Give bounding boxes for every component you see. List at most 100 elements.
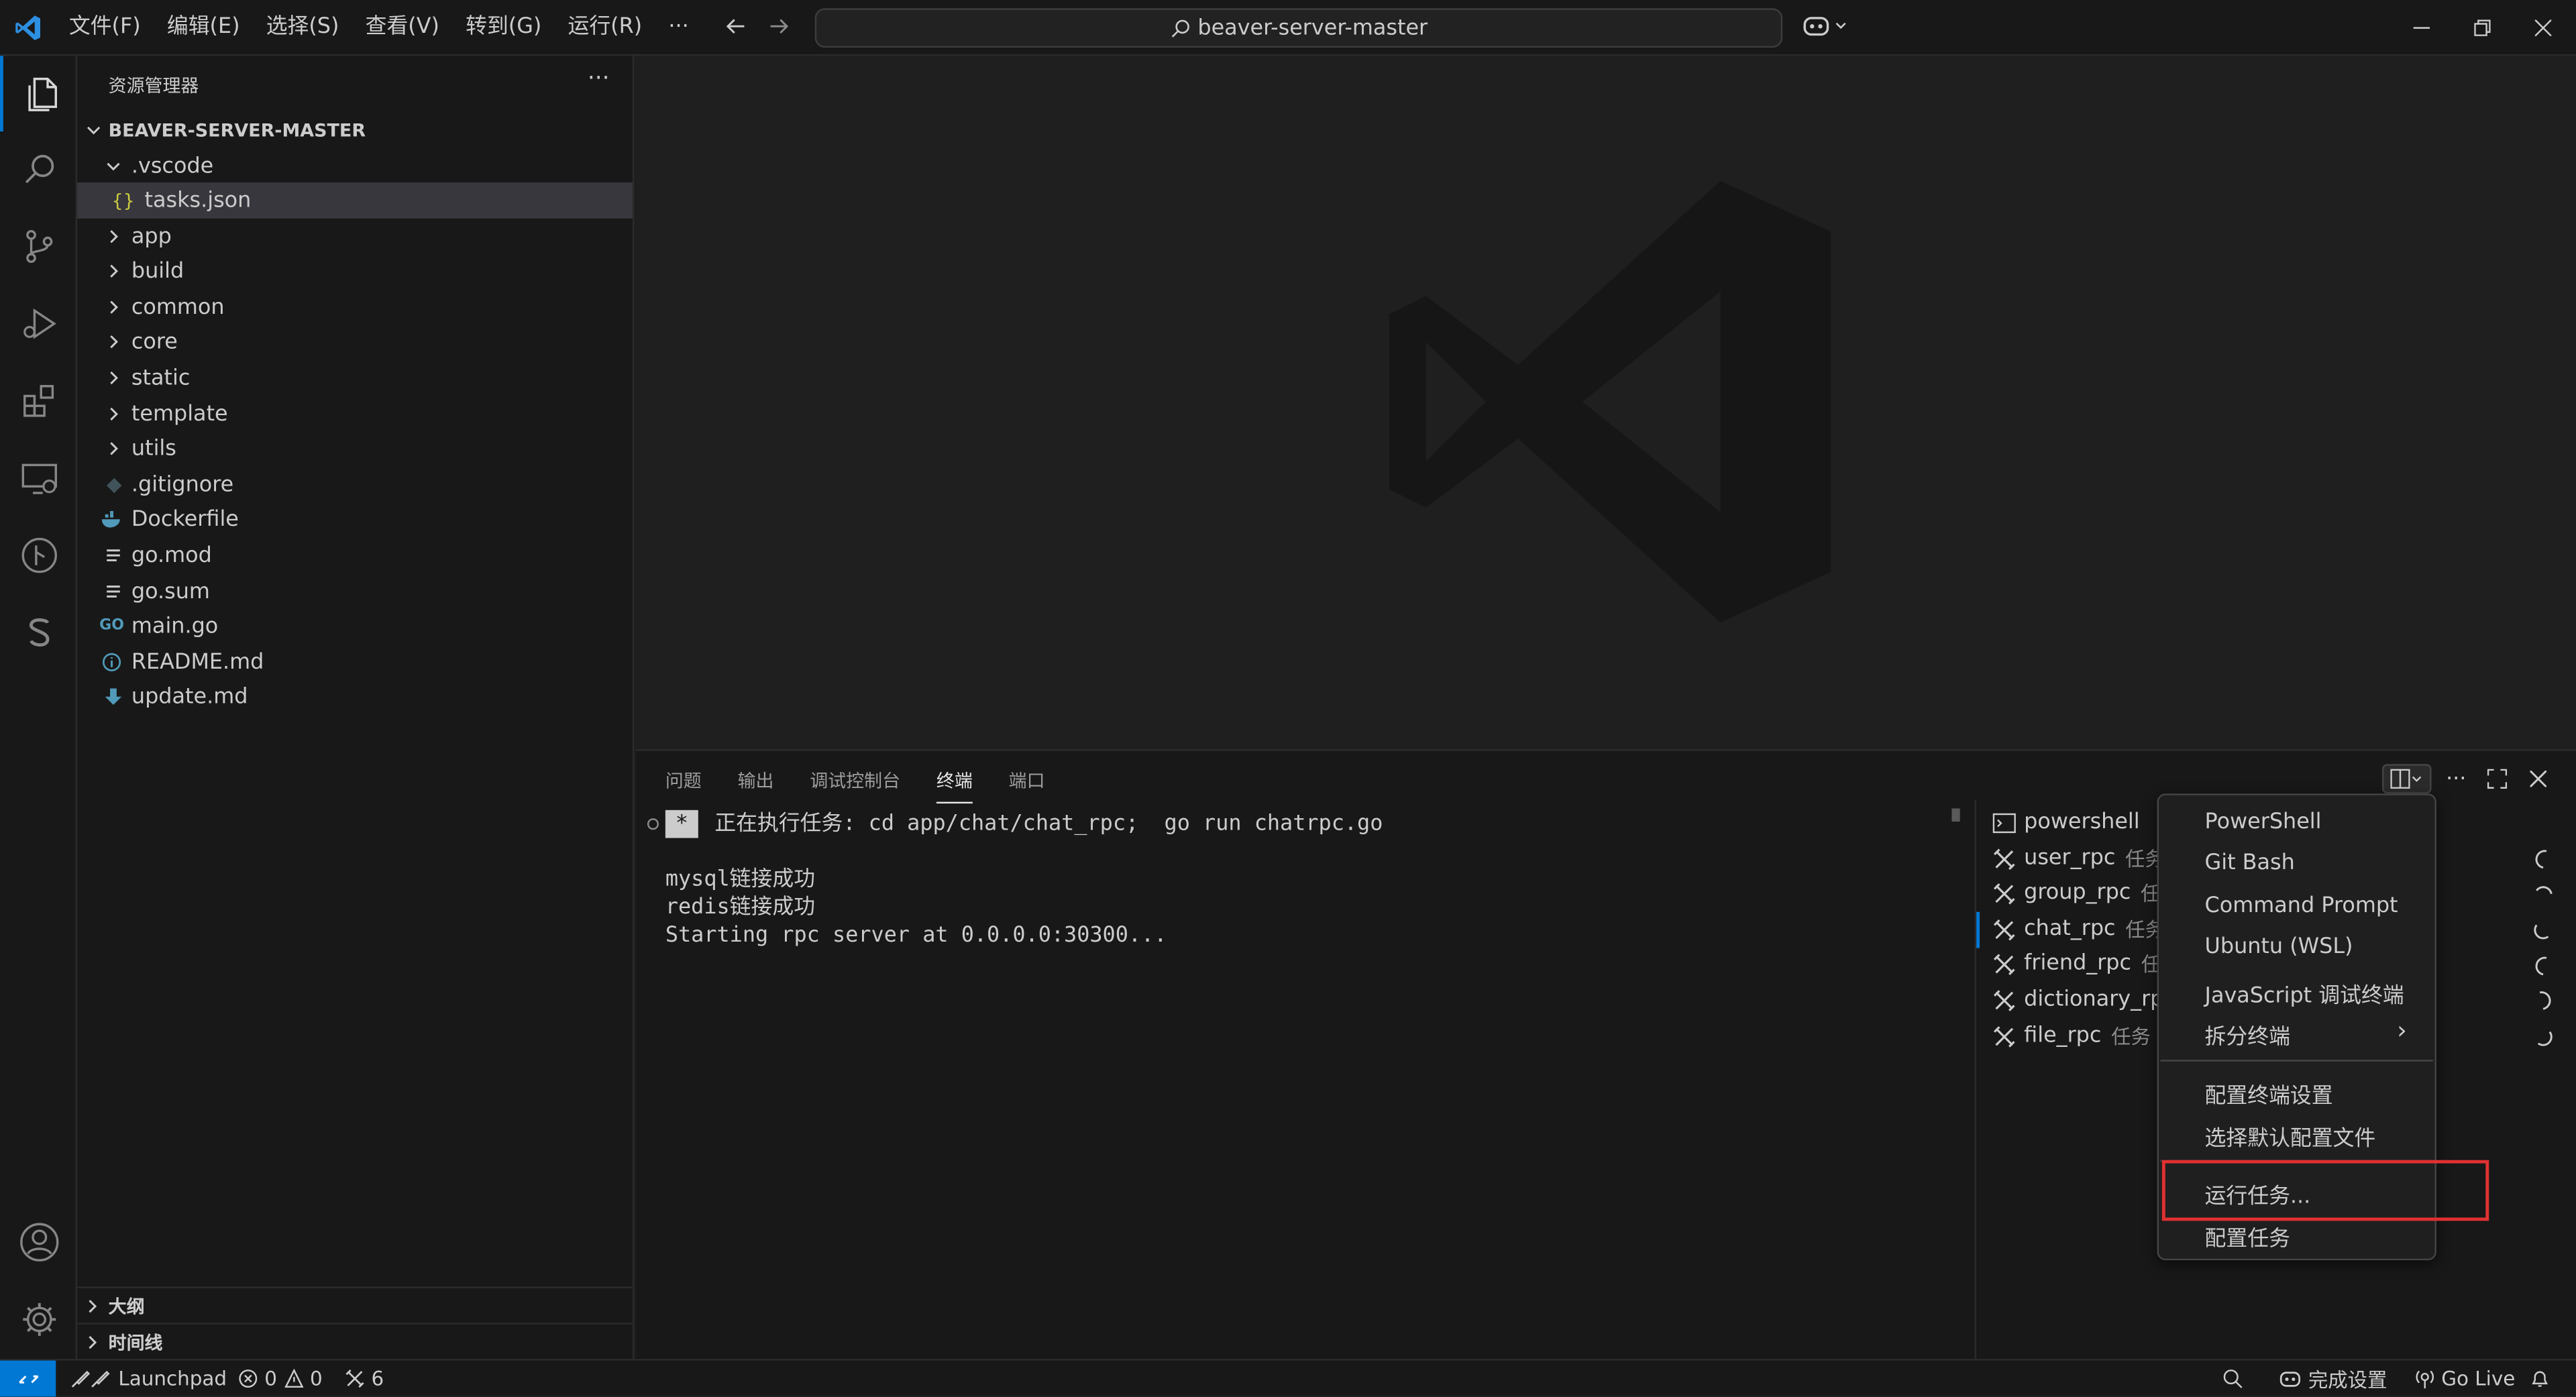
- command-center-text: beaver-server-master: [1197, 15, 1428, 41]
- launchpad-button[interactable]: Launchpad: [69, 1361, 227, 1397]
- menu-item-split-terminal[interactable]: 拆分终端: [2205, 1019, 2290, 1050]
- activity-extensions[interactable]: [0, 363, 77, 439]
- terminal-item-user-rpc[interactable]: user_rpc 任务: [1993, 841, 2165, 875]
- terminal-item-chat-rpc[interactable]: chat_rpc 任务: [1993, 912, 2165, 946]
- tree-folder-static[interactable]: static: [77, 360, 633, 396]
- activity-accounts[interactable]: [0, 1205, 77, 1280]
- activity-s-extension[interactable]: [0, 595, 77, 671]
- menu-item-select-default-profile[interactable]: 选择默认配置文件: [2205, 1121, 2376, 1152]
- menu-item-js-debug-terminal[interactable]: JavaScript 调试终端: [2205, 978, 2404, 1009]
- command-center[interactable]: beaver-server-master: [814, 8, 1783, 48]
- menu-file[interactable]: 文件(F): [56, 0, 154, 56]
- tools-icon: [1993, 989, 2015, 1011]
- restore-button[interactable]: [2453, 0, 2512, 56]
- close-window-button[interactable]: [2514, 0, 2573, 56]
- active-terminal-indicator: [1976, 911, 1980, 948]
- timeline-section[interactable]: 时间线: [77, 1323, 633, 1359]
- tab-output[interactable]: 输出: [738, 767, 774, 803]
- status-bar: Launchpad 0 0 6 完成设置 Go Live: [0, 1359, 2576, 1397]
- tree-folder-vscode[interactable]: .vscode: [77, 148, 633, 184]
- activity-search[interactable]: [0, 131, 77, 207]
- tree-folder-app[interactable]: app: [77, 219, 633, 255]
- terminal-item-label: powershell: [2024, 809, 2140, 835]
- tree-file-dockerfile[interactable]: Dockerfile: [77, 501, 633, 537]
- tree-folder-template[interactable]: template: [77, 396, 633, 432]
- activity-explorer[interactable]: [0, 56, 77, 131]
- tree-file-gitignore[interactable]: .gitignore: [77, 467, 633, 503]
- tree-folder-label: utils: [131, 436, 176, 461]
- chevron-down-icon: [2412, 776, 2422, 782]
- menu-item-command-prompt[interactable]: Command Prompt: [2205, 894, 2398, 919]
- tab-terminal[interactable]: 终端: [936, 767, 973, 804]
- terminal-item-dictionary-rpc[interactable]: dictionary_rpc: [1993, 983, 2176, 1017]
- copilot-menu[interactable]: [1803, 13, 1849, 38]
- tab-ports[interactable]: 端口: [1009, 767, 1045, 803]
- outline-section[interactable]: 大纲: [77, 1286, 633, 1323]
- error-count: 0: [264, 1367, 278, 1390]
- terminal-item-file-rpc[interactable]: file_rpc 任务: [1993, 1019, 2151, 1053]
- activity-run-debug[interactable]: [0, 286, 77, 361]
- tree-root-folder[interactable]: BEAVER-SERVER-MASTER: [77, 112, 633, 148]
- tree-file-go-sum[interactable]: go.sum: [77, 573, 633, 610]
- minimize-button[interactable]: [2392, 0, 2451, 56]
- activity-remote-explorer[interactable]: [0, 441, 77, 516]
- menu-item-ubuntu-wsl[interactable]: Ubuntu (WSL): [2205, 935, 2353, 960]
- terminal-item-group-rpc[interactable]: group_rpc任务: [1993, 876, 2180, 910]
- go-file-icon: GO: [99, 618, 124, 634]
- running-tasks-indicator[interactable]: 6: [345, 1361, 384, 1397]
- terminal-item-friend-rpc[interactable]: friend_rpc任务: [1993, 946, 2181, 981]
- tree-folder-utils[interactable]: utils: [77, 431, 633, 467]
- menu-view[interactable]: 查看(V): [352, 0, 453, 56]
- zoom-button[interactable]: [2222, 1361, 2243, 1397]
- search-icon: [1171, 19, 1189, 37]
- setup-label: 完成设置: [2308, 1367, 2387, 1391]
- remote-indicator-button[interactable]: [0, 1360, 56, 1397]
- menu-go[interactable]: 转到(G): [453, 0, 555, 56]
- tools-icon: [1993, 882, 2015, 904]
- tab-debug-console[interactable]: 调试控制台: [810, 767, 900, 803]
- menu-item-configure-tasks[interactable]: 配置任务: [2205, 1221, 2290, 1252]
- menu-run[interactable]: 运行(R): [555, 0, 655, 56]
- command-decoration-icon: [647, 818, 659, 830]
- tree-file-update-md[interactable]: update.md: [77, 679, 633, 715]
- copilot-setup-button[interactable]: 完成设置: [2279, 1361, 2387, 1397]
- tree-file-tasks-json[interactable]: {} tasks.json: [77, 182, 633, 219]
- tree-file-readme[interactable]: README.md: [77, 644, 633, 680]
- close-panel-button[interactable]: [2522, 764, 2555, 793]
- terminal-output[interactable]: * 正在执行任务: cd app/chat/chat_rpc; go run ch…: [665, 809, 1383, 950]
- menu-more[interactable]: ···: [655, 0, 702, 56]
- tree-folder-build[interactable]: build: [77, 253, 633, 289]
- explorer-more-button[interactable]: ···: [588, 66, 610, 92]
- menu-selection[interactable]: 选择(S): [253, 0, 352, 56]
- problems-indicator[interactable]: 0 0: [238, 1361, 323, 1397]
- menu-item-configure-terminal-settings[interactable]: 配置终端设置: [2205, 1078, 2333, 1109]
- terminal-item-powershell[interactable]: powershell: [1992, 805, 2140, 840]
- activity-source-control[interactable]: [0, 209, 77, 284]
- split-terminal-dropdown[interactable]: [2382, 764, 2432, 794]
- remote-icon: [17, 1374, 38, 1383]
- tree-file-main-go[interactable]: GO main.go: [77, 608, 633, 645]
- git-file-icon: [102, 473, 125, 496]
- timeline-label: 时间线: [108, 1331, 163, 1353]
- menu-item-git-bash[interactable]: Git Bash: [2205, 851, 2295, 876]
- loading-spinner-icon: [2539, 991, 2551, 1010]
- warning-count: 0: [309, 1367, 323, 1390]
- tree-folder-common[interactable]: common: [77, 289, 633, 325]
- tree-folder-label: template: [131, 402, 228, 427]
- tree-folder-core[interactable]: core: [77, 324, 633, 360]
- activity-manage[interactable]: [0, 1282, 77, 1357]
- maximize-panel-button[interactable]: [2481, 764, 2514, 793]
- back-arrow-icon[interactable]: [723, 13, 749, 40]
- activity-git-graph[interactable]: [0, 518, 77, 594]
- menu-edit[interactable]: 编辑(E): [154, 0, 253, 56]
- tab-problems[interactable]: 问题: [665, 767, 702, 803]
- go-live-button[interactable]: Go Live: [2415, 1361, 2515, 1397]
- tree-file-go-mod[interactable]: go.mod: [77, 537, 633, 573]
- menu-item-powershell[interactable]: PowerShell: [2205, 810, 2322, 835]
- vscode-logo-icon[interactable]: [13, 13, 43, 43]
- forward-arrow-icon[interactable]: [765, 13, 792, 40]
- terminal-scrollbar[interactable]: [1951, 808, 1960, 822]
- error-icon: [239, 1370, 258, 1388]
- notifications-button[interactable]: [2530, 1361, 2549, 1397]
- panel-more-button[interactable]: ···: [2440, 764, 2473, 793]
